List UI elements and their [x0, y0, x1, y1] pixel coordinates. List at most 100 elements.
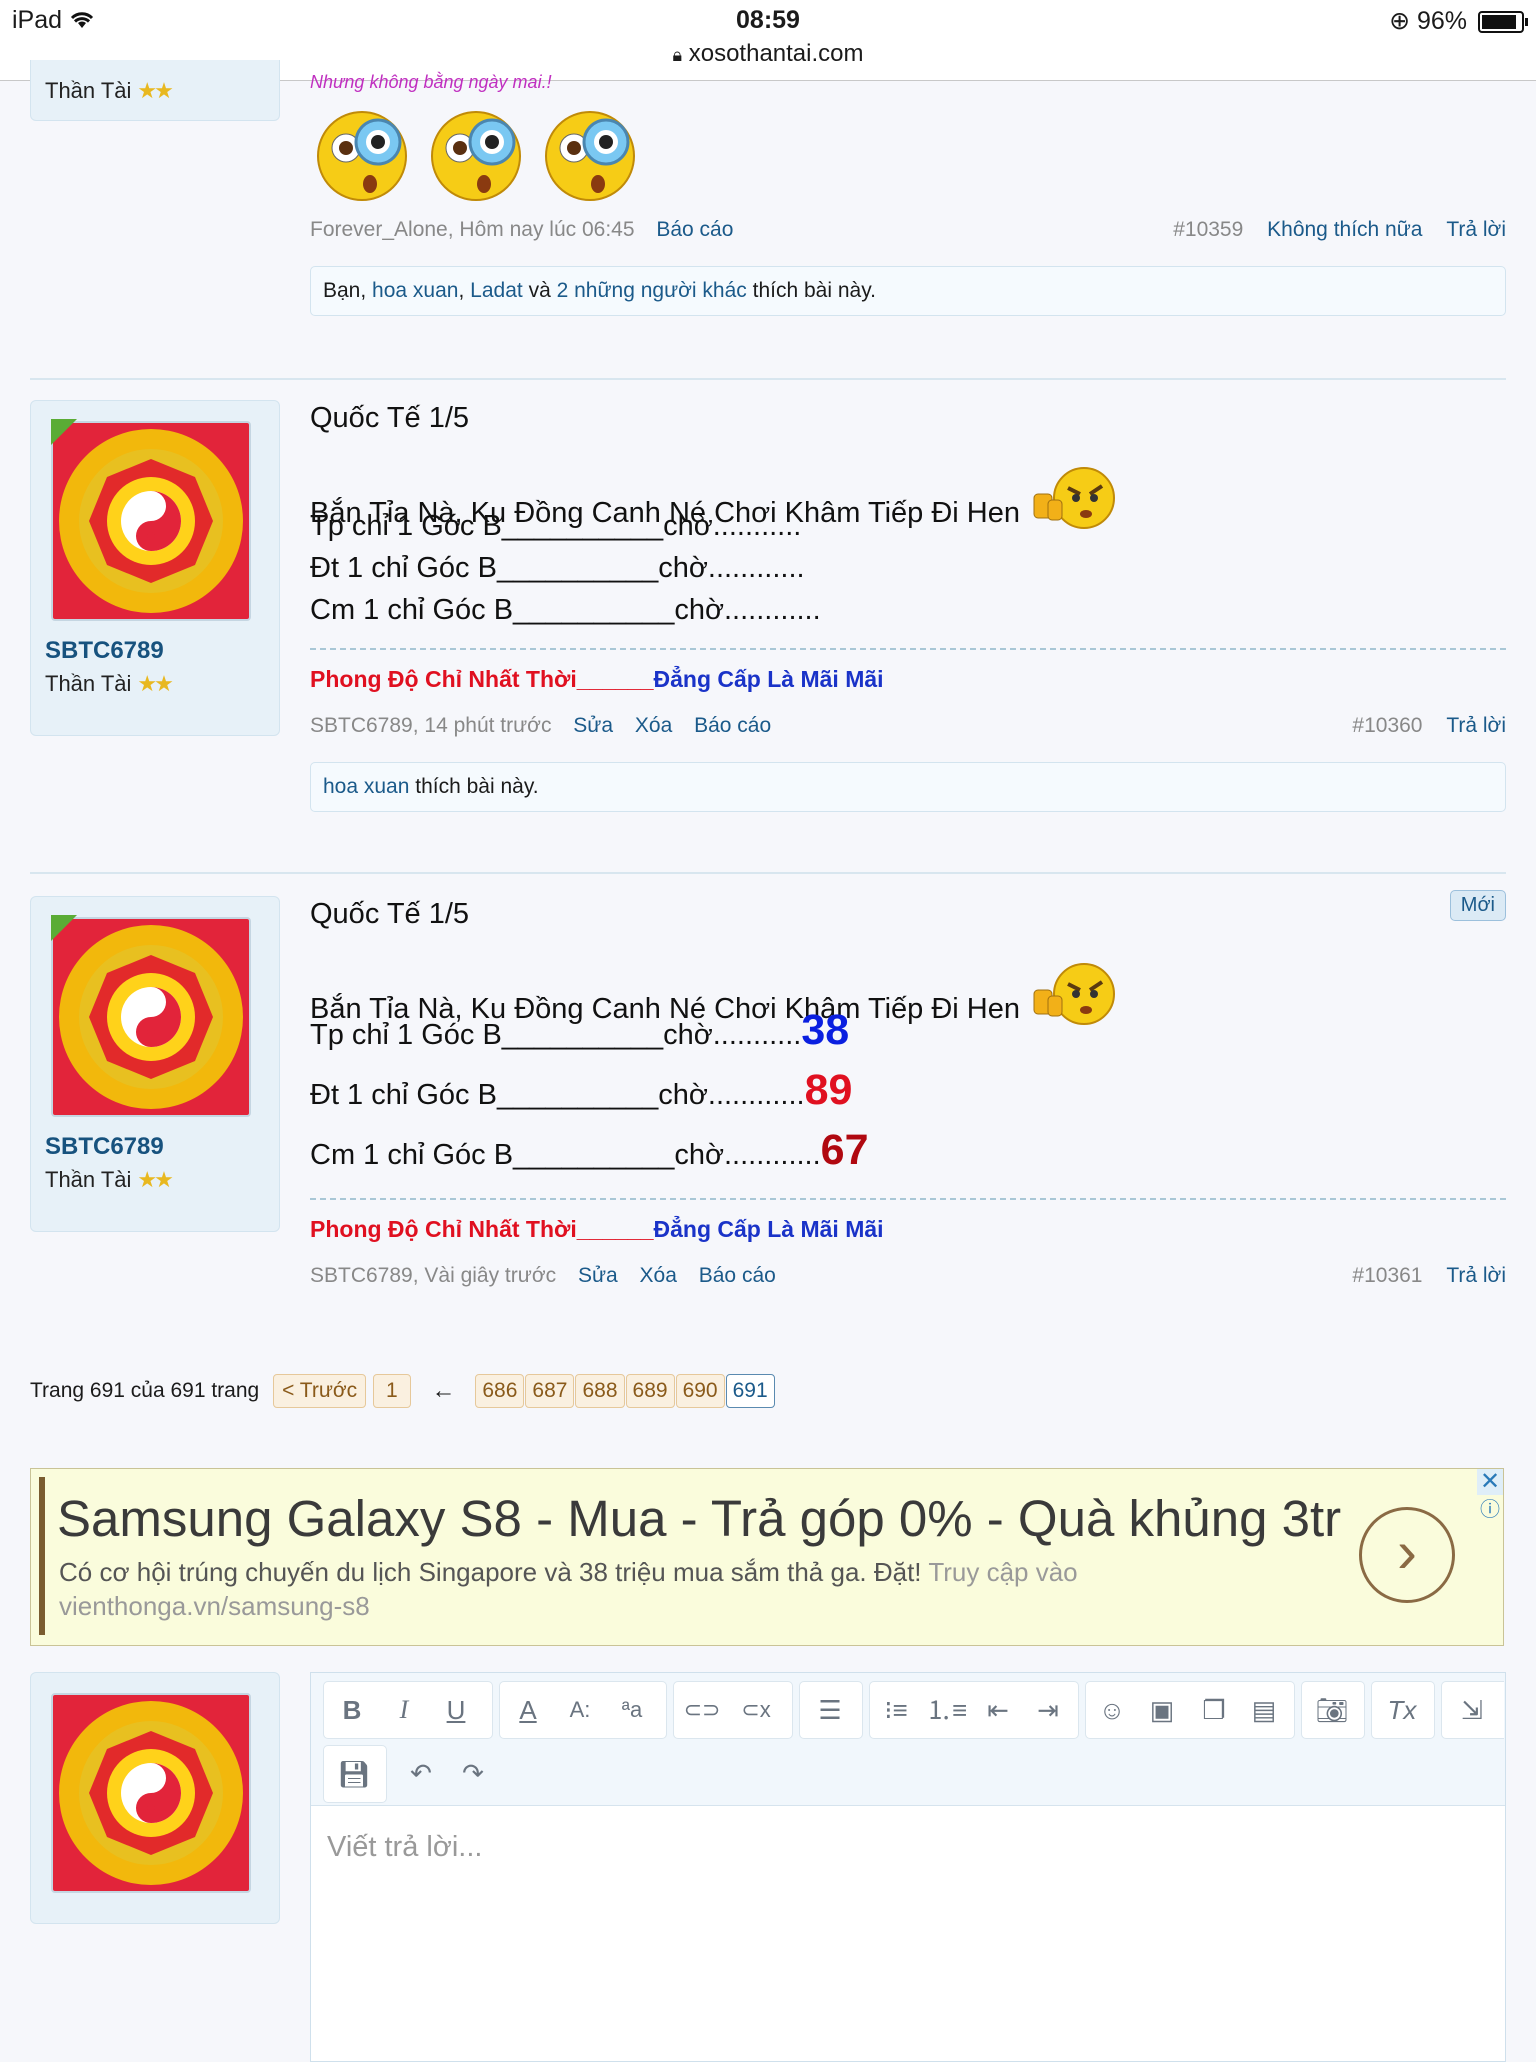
- username-link[interactable]: SBTC6789: [45, 637, 164, 665]
- star-icon: ★★: [137, 1167, 173, 1192]
- user-title: Thần Tài ★★: [45, 1167, 174, 1192]
- liker-link[interactable]: hoa xuan: [372, 279, 458, 302]
- user-info: SBTC6789 Thần Tài ★★: [30, 896, 280, 1232]
- likers-others-link[interactable]: 2 những người khác: [557, 279, 747, 302]
- post-title: Quốc Tế 1/5: [310, 898, 470, 930]
- bullet-list-icon[interactable]: ⁝≡: [876, 1690, 916, 1730]
- unlink-icon[interactable]: ⊂x: [736, 1690, 776, 1730]
- thread-page: Thần Tài★★ Nhưng không bằng ngày mai.!: [0, 60, 1536, 2062]
- reply-link[interactable]: Trả lời: [1446, 1264, 1506, 1287]
- page-link[interactable]: 687: [525, 1374, 575, 1408]
- clear-format-icon[interactable]: Tx: [1382, 1690, 1422, 1730]
- liker-link[interactable]: hoa xuan: [323, 775, 409, 798]
- post-actions: #10361 Trả lời: [1352, 1264, 1506, 1288]
- page-link[interactable]: 688: [575, 1374, 625, 1408]
- post-meta: SBTC6789, Vài giây trước Sửa Xóa Báo cáo: [310, 1264, 776, 1288]
- page-link[interactable]: 690: [675, 1374, 725, 1408]
- star-icon: ★★: [137, 671, 173, 696]
- zodiac-avatar-image: [53, 919, 249, 1115]
- image-icon[interactable]: ▣: [1142, 1690, 1182, 1730]
- font-size-icon[interactable]: A:: [560, 1690, 600, 1730]
- numbered-list-icon[interactable]: ⒈≡: [926, 1690, 967, 1730]
- signature-divider: [310, 1198, 1506, 1200]
- likes-suffix: thích bài này.: [415, 775, 539, 798]
- reply-editor[interactable]: B I U A A: ªa ⊂⊃ ⊂x ☰ ⁝≡ ⒈≡ ⇤ ⇥ ☺ ▣ ❐ ▤ …: [310, 1672, 1506, 2062]
- zodiac-avatar-image: [53, 423, 249, 619]
- quote-text: Nhưng không bằng ngày mai.!: [310, 72, 552, 92]
- likes-and: và: [528, 279, 551, 302]
- smiley-icon[interactable]: ☺: [1092, 1690, 1132, 1730]
- clear-format-group: Tx: [1371, 1681, 1435, 1739]
- toggle-bbcode-icon[interactable]: ⇲: [1452, 1690, 1492, 1730]
- ad-url[interactable]: vienthonga.vn/samsung-s8: [59, 1591, 370, 1621]
- reply-link[interactable]: Trả lời: [1446, 218, 1506, 241]
- bold-icon[interactable]: B: [332, 1690, 372, 1730]
- rotation-lock-icon: ⊕: [1389, 7, 1411, 35]
- current-page[interactable]: 691: [725, 1374, 775, 1408]
- post-line-2: Tp chỉ 1 Góc B__________chờ...........38: [310, 1006, 850, 1054]
- camera-icon[interactable]: 📷︎: [1312, 1690, 1352, 1730]
- reply-link[interactable]: Trả lời: [1446, 714, 1506, 737]
- unlike-link[interactable]: Không thích nữa: [1267, 218, 1422, 241]
- undo-icon[interactable]: ↶: [401, 1753, 441, 1793]
- quote-icon[interactable]: ▤: [1244, 1690, 1284, 1730]
- save-draft-icon[interactable]: 💾︎: [334, 1754, 374, 1794]
- post-10359: Thần Tài★★ Nhưng không bằng ngày mai.!: [30, 60, 1506, 350]
- lock-icon: 🔒︎: [672, 45, 683, 65]
- reply-input[interactable]: Viết trả lời...: [327, 1831, 482, 1864]
- post-number[interactable]: #10361: [1352, 1264, 1422, 1287]
- likes-suffix: thích bài này.: [752, 279, 876, 302]
- likes-you: Bạn,: [323, 279, 367, 302]
- user-title: Thần Tài ★★: [45, 78, 174, 103]
- online-indicator: [51, 419, 77, 445]
- edit-link[interactable]: Sửa: [573, 714, 613, 737]
- post-number[interactable]: #10360: [1352, 714, 1422, 737]
- post-number[interactable]: #10359: [1173, 218, 1243, 241]
- post-author-time[interactable]: SBTC6789, 14 phút trước: [310, 714, 551, 737]
- delete-link[interactable]: Xóa: [635, 714, 672, 737]
- username-link[interactable]: SBTC6789: [45, 1133, 164, 1161]
- post-author-time[interactable]: SBTC6789, Vài giây trước: [310, 1264, 556, 1287]
- reply-user-info: [30, 1672, 280, 1924]
- avatar[interactable]: [51, 1693, 251, 1893]
- page-count-label: Trang 691 của 691 trang: [30, 1379, 260, 1402]
- advertisement[interactable]: Samsung Galaxy S8 - Mua - Trả góp 0% - Q…: [30, 1468, 1504, 1646]
- italic-icon[interactable]: I: [384, 1690, 424, 1730]
- ad-cta[interactable]: Truy cập vào: [928, 1557, 1077, 1587]
- avatar[interactable]: [51, 421, 251, 621]
- link-icon[interactable]: ⊂⊃: [682, 1690, 722, 1730]
- post-content: Mới Quốc Tế 1/5 Bắn Tỉa Nà, Ku Đồng Canh…: [310, 890, 1506, 1336]
- post-line-3: Đt 1 chỉ Góc B__________chờ............: [310, 552, 805, 584]
- post-10360: SBTC6789 Thần Tài ★★ Quốc Tế 1/5 Bắn Tỉa …: [30, 400, 1506, 900]
- media-icon[interactable]: ❐: [1194, 1690, 1234, 1730]
- page-link-first[interactable]: 1: [373, 1374, 411, 1408]
- post-actions: #10359 Không thích nữa Trả lời: [1173, 218, 1506, 242]
- ad-title[interactable]: Samsung Galaxy S8 - Mua - Trả góp 0% - Q…: [57, 1489, 1341, 1548]
- post-author-time[interactable]: Forever_Alone, Hôm nay lúc 06:45: [310, 218, 635, 241]
- prev-page-button[interactable]: < Trước: [273, 1374, 367, 1408]
- avatar[interactable]: [51, 917, 251, 1117]
- report-link[interactable]: Báo cáo: [656, 218, 733, 241]
- delete-link[interactable]: Xóa: [640, 1264, 677, 1287]
- post-actions: #10360 Trả lời: [1352, 714, 1506, 738]
- liker-link[interactable]: Ladat: [470, 279, 523, 302]
- underline-icon[interactable]: U: [436, 1690, 476, 1730]
- text-color-icon[interactable]: A: [508, 1690, 548, 1730]
- edit-link[interactable]: Sửa: [578, 1264, 618, 1287]
- info-icon[interactable]: ⓘ: [1477, 1497, 1503, 1523]
- report-link[interactable]: Báo cáo: [694, 714, 771, 737]
- report-link[interactable]: Báo cáo: [699, 1264, 776, 1287]
- close-icon[interactable]: ✕: [1477, 1469, 1503, 1495]
- page-link[interactable]: 689: [625, 1374, 675, 1408]
- page-jump-arrow[interactable]: ←: [432, 1377, 456, 1404]
- font-family-icon[interactable]: ªa: [612, 1690, 652, 1730]
- ad-description[interactable]: Có cơ hội trúng chuyến du lịch Singapore…: [59, 1555, 1189, 1623]
- chevron-right-icon[interactable]: ›: [1359, 1507, 1455, 1603]
- outdent-icon[interactable]: ⇤: [978, 1690, 1018, 1730]
- page-link[interactable]: 686: [475, 1374, 525, 1408]
- indent-icon[interactable]: ⇥: [1028, 1690, 1068, 1730]
- align-left-icon[interactable]: ☰: [810, 1690, 850, 1730]
- signature: Phong Độ Chỉ Nhất Thời______Đẳng Cấp Là …: [310, 666, 884, 692]
- post-content: Nhưng không bằng ngày mai.! Forever_Alon…: [310, 72, 1506, 350]
- redo-icon[interactable]: ↷: [453, 1753, 493, 1793]
